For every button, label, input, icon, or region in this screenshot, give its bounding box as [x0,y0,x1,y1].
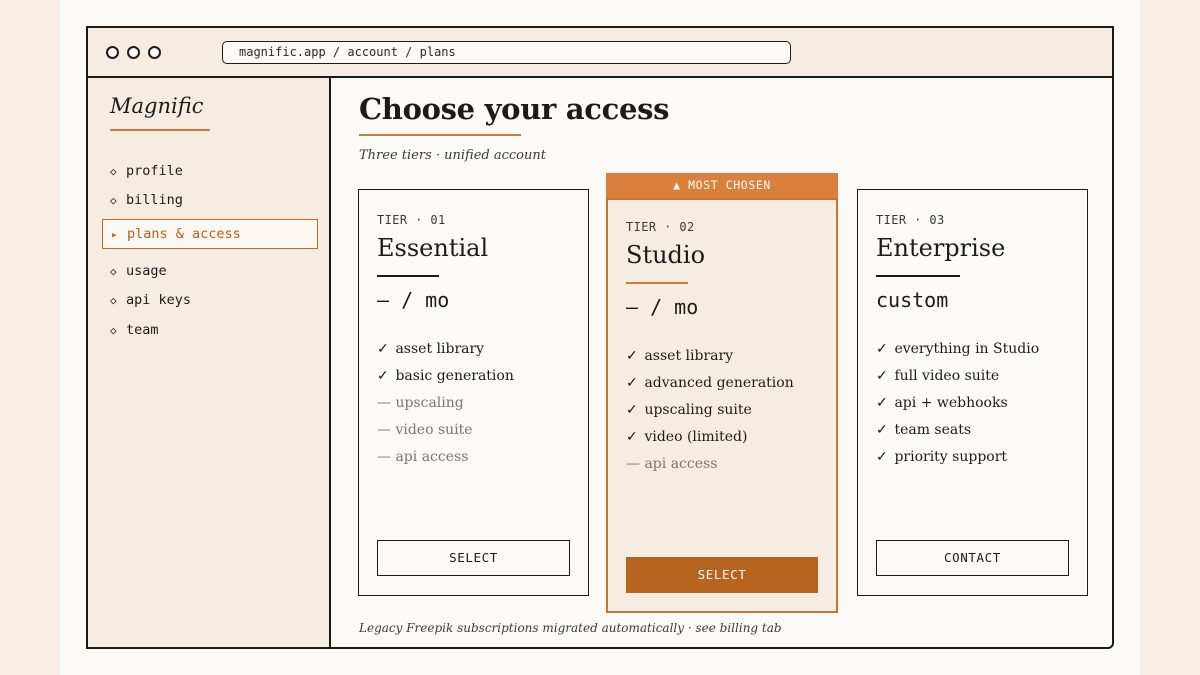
sidebar-item-label: team [126,322,159,338]
feature-list: ✓ asset library ✓ advanced generation ✓ … [626,343,794,478]
feature-item: ✓ full video suite [876,363,1039,390]
feature-item: ✓ team seats [876,417,1039,444]
check-icon: ✓ [626,375,638,391]
diamond-icon: ◇ [110,165,117,178]
feature-item: ✓ priority support [876,444,1039,471]
brand-underline [110,129,210,131]
check-icon: ✓ [876,395,888,411]
sidebar-item-label: plans & access [127,226,241,242]
plan-tier-label: TIER · 02 [626,220,695,234]
feature-list: ✓ asset library ✓ basic generation — ups… [377,336,514,471]
check-icon: ✓ [876,449,888,465]
contact-enterprise-button[interactable]: CONTACT [876,540,1069,576]
sidebar-item-label: profile [126,163,183,179]
diamond-icon: ◇ [110,265,117,278]
feature-item: ✓ upscaling suite [626,397,794,424]
check-icon: ✓ [626,429,638,445]
plan-price: — / mo [377,288,450,312]
sidebar-item-label: api keys [126,292,192,308]
diamond-icon: ◇ [110,194,117,207]
plan-name: Essential [377,234,489,262]
check-icon: ✓ [377,341,389,357]
plan-tier-label: TIER · 01 [377,213,446,227]
plan-name-underline [876,275,960,277]
sidebar-item-label: billing [126,192,183,208]
feature-item-unavailable: — api access [377,444,514,471]
check-icon: ✓ [876,368,888,384]
check-icon: ✓ [377,368,389,384]
browser-window: magnific.app / account / plans Magnific … [86,26,1114,649]
brand-logo: Magnific [110,94,204,118]
most-chosen-badge: ▲ MOST CHOSEN [606,173,838,198]
plan-card-studio: TIER · 02 Studio — / mo ✓ asset library … [606,198,838,613]
feature-item: ✓ asset library [377,336,514,363]
plan-price: custom [876,288,949,312]
triangle-right-icon: ▸ [111,228,118,241]
dash-icon: — [377,422,391,438]
sidebar-item-label: usage [126,263,167,279]
window-control-minimize-icon[interactable] [127,46,140,59]
title-underline [359,134,521,136]
select-essential-button[interactable]: SELECT [377,540,570,576]
feature-list: ✓ everything in Studio ✓ full video suit… [876,336,1039,471]
check-icon: ✓ [626,402,638,418]
dash-icon: — [377,449,391,465]
feature-item-unavailable: — api access [626,451,794,478]
address-bar[interactable]: magnific.app / account / plans [222,41,791,64]
sidebar-item-plans-access[interactable]: ▸ plans & access [102,219,318,249]
plan-name: Enterprise [876,234,1006,262]
footnote: Legacy Freepik subscriptions migrated au… [359,621,782,635]
title-bar: magnific.app / account / plans [88,28,1112,78]
sidebar-item-billing[interactable]: ◇ billing [102,186,318,216]
page-subtitle: Three tiers · unified account [359,148,546,163]
feature-item: ✓ video (limited) [626,424,794,451]
sidebar-item-api-keys[interactable]: ◇ api keys [102,286,318,316]
check-icon: ✓ [876,422,888,438]
diamond-icon: ◇ [110,324,117,337]
sidebar-item-usage[interactable]: ◇ usage [102,257,318,287]
sidebar-item-profile[interactable]: ◇ profile [102,157,318,187]
plan-card-enterprise: TIER · 03 Enterprise custom ✓ everything… [857,189,1088,596]
check-icon: ✓ [626,348,638,364]
plan-name-underline [626,282,688,284]
feature-item: ✓ everything in Studio [876,336,1039,363]
window-control-maximize-icon[interactable] [148,46,161,59]
plan-tier-label: TIER · 03 [876,213,945,227]
feature-item-unavailable: — upscaling [377,390,514,417]
select-studio-button[interactable]: SELECT [626,557,818,593]
page-title: Choose your access [359,92,670,126]
sidebar: Magnific ◇ profile ◇ billing ▸ plans & acce… [88,78,331,647]
feature-item: ✓ asset library [626,343,794,370]
feature-item-unavailable: — video suite [377,417,514,444]
dash-icon: — [626,456,640,472]
plan-name: Studio [626,241,706,269]
window-control-close-icon[interactable] [106,46,119,59]
feature-item: ✓ api + webhooks [876,390,1039,417]
dash-icon: — [377,395,391,411]
check-icon: ✓ [876,341,888,357]
sidebar-item-team[interactable]: ◇ team [102,316,318,346]
plan-price: — / mo [626,295,699,319]
feature-item: ✓ basic generation [377,363,514,390]
plan-name-underline [377,275,439,277]
plan-card-essential: TIER · 01 Essential — / mo ✓ asset libra… [358,189,589,596]
diamond-icon: ◇ [110,294,117,307]
feature-item: ✓ advanced generation [626,370,794,397]
